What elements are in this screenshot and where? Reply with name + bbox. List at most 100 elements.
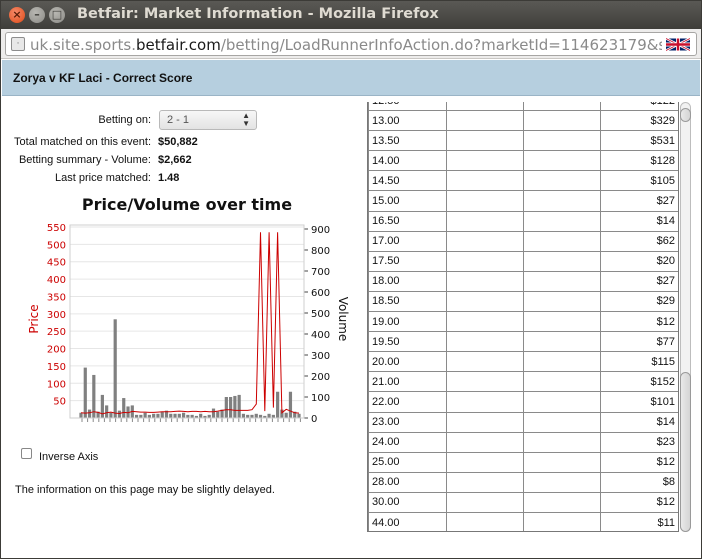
site-identity-icon[interactable]: ·: [11, 37, 25, 51]
empty-cell: [445, 130, 524, 152]
window-titlebar[interactable]: × – □ Betfair: Market Information - Mozi…: [1, 1, 701, 29]
empty-cell: [445, 331, 524, 353]
odds-cell: 21.00: [368, 371, 447, 393]
betting-on-label: Betting on:: [98, 114, 151, 126]
empty-cell: [522, 391, 602, 413]
betting-summary-value: $2,662: [158, 154, 192, 166]
volume-cell: $29: [600, 290, 678, 313]
empty-cell: [522, 102, 602, 112]
volume-axis-label: Volume: [336, 297, 350, 342]
selection-dropdown[interactable]: 2 - 1 ▲ ▼: [159, 110, 257, 130]
empty-cell: [445, 250, 524, 272]
empty-cell: [522, 110, 602, 132]
empty-cell: [445, 511, 524, 531]
table-row: 24.00 $23: [368, 431, 678, 453]
price-tick-label: 550: [47, 223, 66, 234]
empty-cell: [445, 270, 524, 292]
price-tick-label: 400: [47, 275, 66, 286]
empty-cell: [445, 102, 524, 112]
minimize-window-button[interactable]: –: [29, 7, 45, 23]
volume-bar: [177, 413, 181, 418]
table-row: 13.50 $531: [368, 130, 678, 152]
empty-cell: [522, 491, 602, 513]
odds-cell: 19.50: [368, 331, 447, 353]
url-domain: betfair.com: [135, 36, 221, 54]
inverse-axis-checkbox[interactable]: [21, 448, 32, 459]
empty-cell: [522, 411, 602, 433]
table-row: 19.50 $77: [368, 331, 678, 353]
volume-bar: [87, 409, 92, 418]
window-title: Betfair: Market Information - Mozilla Fi…: [77, 6, 439, 22]
empty-cell: [522, 431, 602, 453]
betting-summary-label: Betting summary - Volume:: [18, 154, 151, 166]
uk-flag-icon[interactable]: [666, 37, 690, 52]
empty-cell: [445, 190, 524, 212]
volume-cell: $77: [600, 331, 678, 353]
price-tick-label: 300: [47, 310, 66, 321]
empty-cell: [445, 391, 524, 413]
volume-tick-label: 900: [311, 225, 330, 236]
empty-cell: [445, 431, 524, 453]
url-field[interactable]: · uk.site.sports.betfair.com/betting/Loa…: [5, 32, 697, 56]
volume-bar: [254, 413, 258, 418]
empty-cell: [445, 491, 524, 513]
market-header: Zorya v KF Laci - Correct Score: [2, 60, 700, 96]
table-row: 17.50 $20: [368, 250, 678, 272]
volume-cell: $27: [600, 270, 678, 292]
volume-bar: [211, 408, 216, 418]
volume-bar: [156, 413, 160, 418]
maximize-window-button[interactable]: □: [49, 7, 65, 23]
empty-cell: [522, 311, 602, 333]
volume-cell: $14: [600, 210, 678, 232]
table-scrollbar[interactable]: [679, 102, 691, 532]
odds-cell: 19.00: [368, 311, 447, 333]
price-tick-label: 500: [47, 240, 66, 251]
volume-tick-label: 500: [311, 309, 330, 320]
volume-tick-label: 600: [311, 288, 330, 299]
odds-cell: 25.00: [368, 451, 447, 473]
volume-cell: $12: [600, 311, 678, 333]
table-row: 17.00 $62: [368, 230, 678, 252]
odds-cell: 12.50: [368, 102, 447, 112]
volume-tick-label: 400: [311, 330, 330, 341]
price-tick-label: 150: [47, 362, 66, 373]
empty-cell: [445, 371, 524, 393]
odds-cell: 17.00: [368, 230, 447, 252]
volume-bar: [237, 394, 241, 418]
price-tick-label: 100: [47, 379, 66, 390]
volume-cell: $128: [600, 150, 678, 172]
odds-cell: 28.00: [368, 471, 447, 493]
price-volume-table[interactable]: 12.50$12213.00$32913.50$53114.00$12814.5…: [367, 102, 679, 532]
browser-window: × – □ Betfair: Market Information - Mozi…: [0, 0, 702, 559]
table-row: 23.00 $14: [368, 411, 678, 433]
url-prefix: uk.site.sports.: [30, 36, 136, 54]
odds-table: 12.50$12213.00$32913.50$53114.00$12814.5…: [368, 102, 678, 531]
odds-cell: 22.00: [368, 391, 447, 413]
close-window-button[interactable]: ×: [9, 7, 25, 23]
volume-cell: $20: [600, 250, 678, 272]
volume-cell: $12: [600, 491, 678, 513]
url-path: /betting/LoadRunnerInfoAction.do?marketI…: [220, 36, 662, 54]
price-ticks: 50 100 150 200 250 300 350 400 450 500 550: [47, 223, 66, 408]
volume-bar: [233, 395, 237, 418]
volume-cell: $11: [600, 511, 678, 531]
price-tick-label: 450: [47, 258, 66, 269]
price-axis-label: Price: [27, 304, 41, 333]
table-row: 25.00 $12: [368, 451, 678, 473]
volume-cell: $531: [600, 130, 678, 152]
empty-cell: [522, 270, 602, 292]
inverse-axis-label[interactable]: Inverse Axis: [39, 451, 98, 463]
scroll-up-handle[interactable]: [680, 108, 691, 122]
volume-cell: $105: [600, 170, 678, 192]
volume-cell: $14: [600, 411, 678, 433]
volume-bar: [297, 413, 301, 418]
empty-cell: [445, 351, 524, 373]
scroll-thumb[interactable]: [680, 372, 691, 532]
odds-cell: 17.50: [368, 250, 447, 272]
url-text[interactable]: uk.site.sports.betfair.com/betting/LoadR…: [30, 36, 662, 54]
table-row: 16.50 $14: [368, 210, 678, 232]
volume-bar: [79, 412, 83, 418]
empty-cell: [522, 210, 602, 232]
volume-bar: [229, 397, 233, 418]
empty-cell: [445, 311, 524, 333]
